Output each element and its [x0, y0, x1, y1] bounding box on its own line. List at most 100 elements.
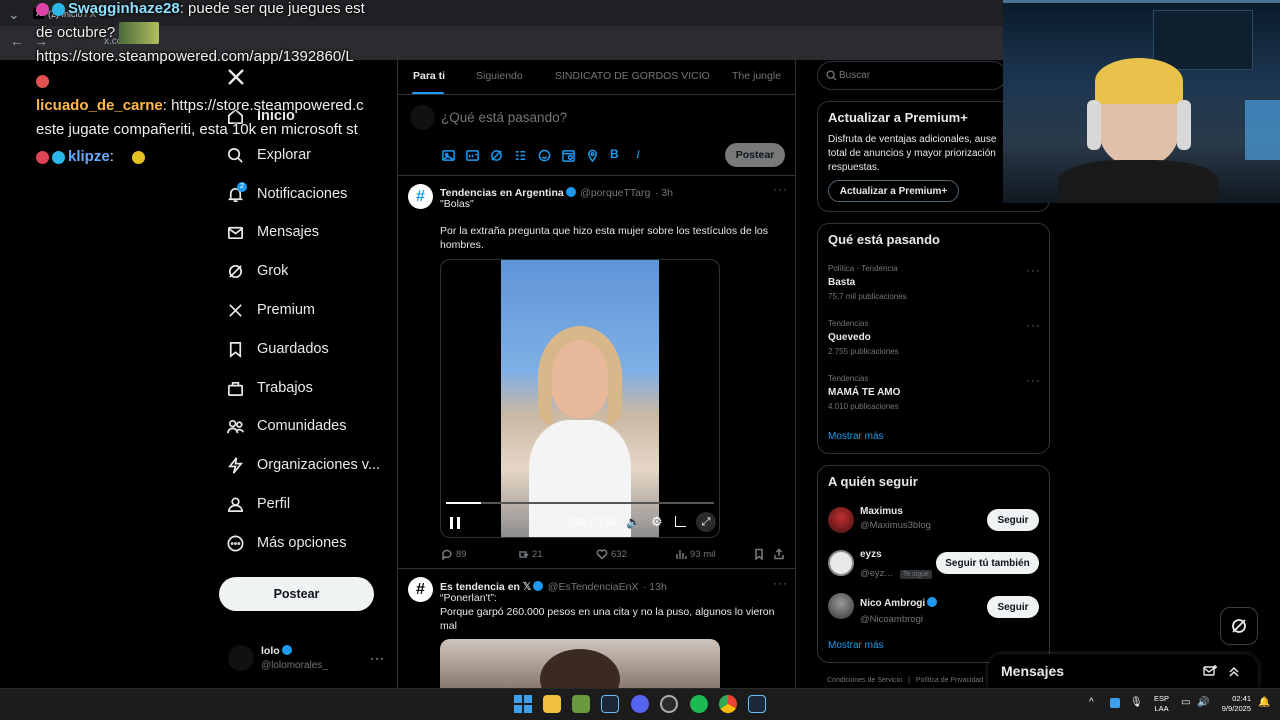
sidebar-item-explorar[interactable]: Explorar: [226, 140, 311, 170]
follow-button[interactable]: Seguir: [987, 509, 1039, 531]
tweet-handle[interactable]: @EsTendenciaEnX: [548, 581, 639, 593]
person-avatar[interactable]: [828, 593, 854, 619]
compose-post-button[interactable]: Postear: [725, 143, 785, 167]
tweet-more-icon[interactable]: ···: [773, 576, 788, 590]
grok-tool-icon[interactable]: [490, 149, 503, 162]
tweet-time[interactable]: · 3h: [655, 187, 673, 199]
share-icon[interactable]: [773, 548, 785, 560]
person-info[interactable]: Nico Ambrogi @Nicoambrogi: [860, 593, 938, 625]
video-progress-track[interactable]: [446, 502, 714, 504]
tab-list-chevron-icon[interactable]: ⌄: [8, 6, 20, 23]
trend-more-icon[interactable]: ···: [1026, 373, 1041, 387]
spotify-icon[interactable]: [690, 695, 708, 713]
person-info[interactable]: Maximus @Maximus3blog: [860, 506, 931, 531]
tweet-avatar[interactable]: #: [408, 184, 433, 209]
post-button[interactable]: Postear: [219, 577, 374, 611]
sidebar-item-trabajos[interactable]: Trabajos: [226, 373, 313, 403]
chat-text: de octubre?: [36, 24, 116, 41]
italic-icon[interactable]: I: [636, 147, 640, 162]
obs-icon[interactable]: [660, 695, 678, 713]
tab-the-jungle[interactable]: The jungle: [732, 70, 781, 82]
tab-para-ti[interactable]: Para ti: [413, 70, 445, 82]
account-avatar[interactable]: [228, 645, 254, 671]
location-icon[interactable]: [586, 149, 599, 162]
tweet-more-icon[interactable]: ···: [773, 182, 788, 196]
retweet-button[interactable]: 21: [517, 548, 543, 560]
footer-link-terms[interactable]: Condiciones de Servicio: [827, 677, 902, 684]
clock-time: 02:41: [1232, 694, 1251, 703]
people-icon: [227, 419, 244, 433]
bookmark-tweet-icon[interactable]: [753, 548, 765, 560]
verified-badge-icon: [565, 187, 576, 197]
schedule-icon[interactable]: [562, 149, 575, 162]
steam-app-icon[interactable]: [748, 695, 766, 713]
image-icon[interactable]: [442, 149, 455, 162]
trend-more-icon[interactable]: ···: [1026, 318, 1041, 332]
trend-item[interactable]: Política · Tendencia Basta 75,7 mil publ…: [828, 264, 907, 301]
tweet-handle[interactable]: @porqueTTarg: [580, 187, 650, 199]
trend-item[interactable]: Tendencias Quevedo 2.755 publicaciones: [828, 319, 899, 356]
network-icon[interactable]: ▭: [1181, 697, 1190, 708]
tweet-avatar[interactable]: #: [408, 577, 433, 602]
bold-icon[interactable]: B: [610, 147, 619, 161]
sidebar-item-premium[interactable]: Premium: [226, 295, 315, 325]
account-name-row[interactable]: lolo: [261, 645, 292, 657]
person-info[interactable]: eyzs @eyz... Te sigue: [860, 549, 932, 581]
new-message-icon[interactable]: [1203, 664, 1217, 678]
search-input[interactable]: Buscar: [839, 70, 870, 81]
trends-show-more-link[interactable]: Mostrar más: [828, 431, 884, 442]
chrome-icon[interactable]: [719, 695, 737, 713]
grok-floating-button[interactable]: [1220, 607, 1258, 645]
emoji-tool-icon[interactable]: [538, 149, 551, 162]
views-button[interactable]: 93 mil: [675, 548, 715, 560]
gif-icon[interactable]: [466, 149, 479, 162]
steam-icon[interactable]: [601, 695, 619, 713]
clock[interactable]: 02:41 9/9/2025: [1215, 694, 1251, 714]
sidebar-item-comunidades[interactable]: Comunidades: [226, 411, 346, 441]
minecraft-icon[interactable]: [572, 695, 590, 713]
follow-show-more-link[interactable]: Mostrar más: [828, 640, 884, 651]
fullscreen-icon[interactable]: ⤢: [696, 512, 716, 532]
sidebar-item-mas-opciones[interactable]: Más opciones: [226, 528, 346, 558]
volume-icon[interactable]: 🔈: [626, 515, 641, 529]
tweet-video[interactable]: [440, 259, 720, 538]
notification-bell-icon[interactable]: 🔔: [1258, 697, 1270, 708]
tweet-image[interactable]: [440, 639, 720, 688]
compose-input[interactable]: ¿Qué está pasando?: [441, 110, 567, 125]
microphone-icon[interactable]: 🎙: [1130, 697, 1143, 708]
tray-app-icon[interactable]: [1110, 698, 1120, 708]
speaker-icon[interactable]: 🔊: [1197, 697, 1209, 708]
premium-upgrade-button[interactable]: Actualizar a Premium+: [828, 180, 959, 202]
trend-more-icon[interactable]: ···: [1026, 263, 1041, 277]
tab-sindicato[interactable]: SINDICATO DE GORDOS VICIO: [555, 70, 710, 82]
tab-siguiendo[interactable]: Siguiendo: [476, 70, 523, 82]
follow-back-button[interactable]: Seguir tú también: [936, 552, 1039, 574]
trend-item[interactable]: Tendencias MAMÁ TE AMO 4.010 publicacion…: [828, 374, 900, 411]
sidebar-item-organizaciones[interactable]: Organizaciones v...: [226, 450, 380, 480]
reply-button[interactable]: 89: [441, 548, 467, 560]
pip-icon[interactable]: [675, 516, 686, 527]
x-logo-icon[interactable]: [226, 67, 246, 87]
discord-icon[interactable]: [631, 695, 649, 713]
sidebar-item-mensajes[interactable]: Mensajes: [226, 217, 319, 247]
person-avatar[interactable]: [828, 507, 854, 533]
footer-link-privacy[interactable]: Política de Privacidad: [916, 677, 983, 684]
file-explorer-icon[interactable]: [543, 695, 561, 713]
sidebar-item-guardados[interactable]: Guardados: [226, 334, 329, 364]
tray-chevron-up-icon[interactable]: ^: [1089, 697, 1094, 708]
account-more-icon[interactable]: ···: [370, 651, 385, 665]
windows-start-icon[interactable]: [514, 695, 532, 713]
pause-icon[interactable]: [450, 517, 460, 529]
sidebar-item-grok[interactable]: Grok: [226, 256, 288, 286]
like-button[interactable]: 632: [596, 548, 627, 560]
sidebar-item-perfil[interactable]: Perfil: [226, 489, 290, 519]
tweet-time[interactable]: · 13h: [643, 581, 667, 593]
follow-button[interactable]: Seguir: [987, 596, 1039, 618]
poll-icon[interactable]: [514, 149, 527, 162]
back-arrow-icon[interactable]: ←: [10, 33, 24, 49]
person-avatar[interactable]: [828, 550, 854, 576]
settings-gear-icon[interactable]: ⚙: [651, 514, 663, 530]
language-indicator[interactable]: ESP LAA: [1154, 694, 1169, 714]
expand-chevron-up-icon[interactable]: [1227, 664, 1241, 678]
trend-count: 75,7 mil publicaciones: [828, 292, 907, 301]
